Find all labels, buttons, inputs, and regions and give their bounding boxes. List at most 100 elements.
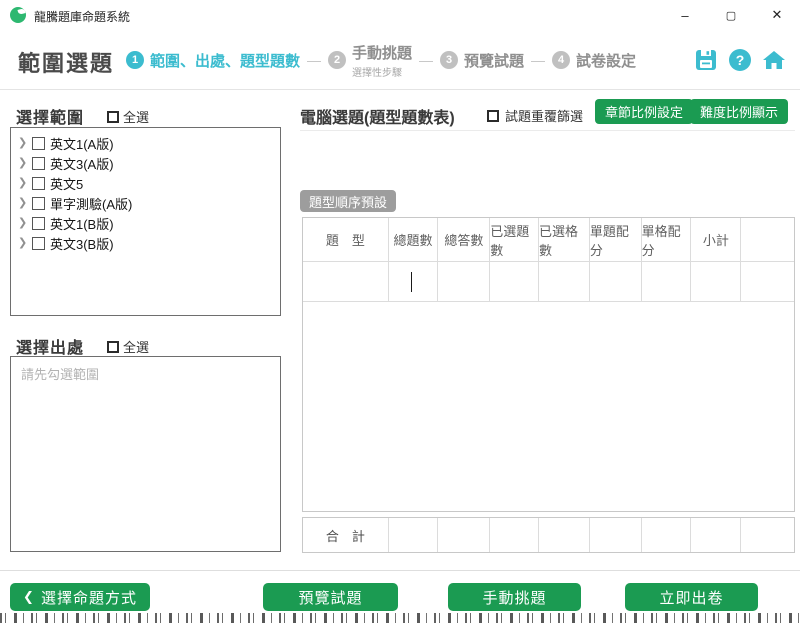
tree-item-checkbox[interactable] bbox=[32, 157, 45, 170]
step-4-badge: 4 bbox=[552, 51, 570, 69]
tree-item[interactable]: ❯英文1(A版) bbox=[11, 133, 280, 153]
step-separator: — bbox=[307, 52, 321, 68]
tree-item-label: 英文3(B版) bbox=[50, 234, 114, 253]
minimize-button[interactable]: – bbox=[662, 0, 708, 30]
type-order-preset-button[interactable]: 題型順序預設 bbox=[300, 190, 396, 212]
back-to-method-button[interactable]: ❮ 選擇命題方式 bbox=[10, 583, 150, 611]
difficulty-ratio-button[interactable]: 難度比例顯示 bbox=[690, 99, 788, 124]
range-select-all-checkbox[interactable] bbox=[107, 111, 119, 123]
tree-item-label: 單字測驗(A版) bbox=[50, 194, 132, 213]
tree-item-checkbox[interactable] bbox=[32, 137, 45, 150]
save-icon[interactable] bbox=[694, 48, 718, 72]
maximize-button[interactable]: ▢ bbox=[708, 0, 754, 30]
tree-item-label: 英文1(B版) bbox=[50, 214, 114, 233]
table-data-row[interactable] bbox=[303, 262, 794, 302]
source-placeholder: 請先勾選範圍 bbox=[11, 357, 280, 390]
chapter-ratio-button[interactable]: 章節比例設定 bbox=[595, 99, 693, 124]
step-separator: — bbox=[531, 52, 545, 68]
table-total-cell bbox=[438, 518, 490, 552]
step-3[interactable]: 3 預覽試題 bbox=[440, 50, 524, 71]
duplicate-filter[interactable]: 試題重覆篩選 bbox=[487, 106, 583, 125]
app-logo-icon bbox=[10, 7, 26, 23]
table-total-row: 合 計 bbox=[303, 518, 794, 552]
tree-item-label: 英文5 bbox=[50, 174, 83, 193]
right-panel-divider bbox=[300, 130, 795, 131]
home-icon[interactable] bbox=[762, 48, 786, 72]
svg-text:?: ? bbox=[736, 52, 745, 68]
table-data-cell[interactable] bbox=[691, 262, 741, 302]
range-section-title: 選擇範圍 bbox=[16, 104, 84, 128]
range-tree[interactable]: ❯英文1(A版)❯英文3(A版)❯英文5❯單字測驗(A版)❯英文1(B版)❯英文… bbox=[10, 127, 281, 316]
preview-questions-button[interactable]: 預覽試題 bbox=[263, 583, 398, 611]
question-type-table: 題 型總題數總答數已選題數已選格數單題配分單格配分小計 bbox=[302, 217, 795, 512]
source-select-all-label: 全選 bbox=[123, 337, 149, 356]
tree-item[interactable]: ❯ 英文3(B版) bbox=[11, 233, 280, 253]
step-separator: — bbox=[419, 52, 433, 68]
table-data-cell[interactable] bbox=[303, 262, 389, 302]
wizard-steps: 1 範圍、出處、題型題數 — 2 手動挑題 選擇性步驟 — 3 預覽試題 — 4… bbox=[126, 30, 636, 90]
chevron-right-icon[interactable]: ❯ bbox=[18, 238, 27, 249]
tree-item[interactable]: ❯ 單字測驗(A版) bbox=[11, 193, 280, 213]
table-total-cell bbox=[490, 518, 539, 552]
text-caret bbox=[411, 272, 413, 292]
step-4[interactable]: 4 試卷設定 bbox=[552, 50, 636, 71]
table-header-cell: 單題配分 bbox=[590, 218, 642, 262]
step-2-badge: 2 bbox=[328, 51, 346, 69]
step-1[interactable]: 1 範圍、出處、題型題數 bbox=[126, 50, 300, 71]
table-data-cell[interactable] bbox=[741, 262, 794, 302]
table-header-cell: 總答數 bbox=[438, 218, 490, 262]
page-header: 範圍選題 1 範圍、出處、題型題數 — 2 手動挑題 選擇性步驟 — 3 預覽試… bbox=[0, 30, 800, 90]
table-total-cell bbox=[691, 518, 741, 552]
table-data-cell[interactable] bbox=[590, 262, 642, 302]
duplicate-filter-checkbox[interactable] bbox=[487, 110, 499, 122]
range-select-all[interactable]: 全選 bbox=[107, 107, 149, 126]
table-total-cell bbox=[741, 518, 794, 552]
step-2[interactable]: 2 手動挑題 選擇性步驟 bbox=[328, 42, 412, 79]
step-2-subtitle: 選擇性步驟 bbox=[352, 64, 402, 79]
total-row-table: 合 計 bbox=[302, 517, 795, 553]
tree-item-checkbox[interactable] bbox=[32, 177, 45, 190]
source-select-all[interactable]: 全選 bbox=[107, 337, 149, 356]
chevron-right-icon[interactable]: ❯ bbox=[18, 218, 27, 229]
table-header-cell: 已選格數 bbox=[539, 218, 590, 262]
computer-selection-title: 電腦選題(題型題數表) bbox=[300, 104, 455, 128]
tree-item[interactable]: ❯ 英文1(B版) bbox=[11, 213, 280, 233]
table-data-cell[interactable] bbox=[490, 262, 539, 302]
table-header-cell bbox=[741, 218, 794, 262]
help-icon[interactable]: ? bbox=[728, 48, 752, 72]
step-1-label: 範圍、出處、題型題數 bbox=[150, 50, 300, 71]
chevron-right-icon[interactable]: ❯ bbox=[18, 198, 27, 209]
step-2-label: 手動挑題 bbox=[352, 42, 412, 63]
tree-item-checkbox[interactable] bbox=[32, 217, 45, 230]
tree-item[interactable]: ❯ 英文5 bbox=[11, 173, 280, 193]
table-data-cell[interactable] bbox=[438, 262, 490, 302]
window-controls: – ▢ ✕ bbox=[662, 0, 800, 30]
table-header-cell: 單格配分 bbox=[642, 218, 692, 262]
source-select-all-checkbox[interactable] bbox=[107, 341, 119, 353]
close-button[interactable]: ✕ bbox=[754, 0, 800, 30]
table-data-cell[interactable] bbox=[389, 262, 439, 302]
step-4-label: 試卷設定 bbox=[576, 50, 636, 71]
chevron-right-icon[interactable]: ❯ bbox=[18, 178, 27, 189]
table-data-cell[interactable] bbox=[642, 262, 692, 302]
table-header-row: 題 型總題數總答數已選題數已選格數單題配分單格配分小計 bbox=[303, 218, 794, 262]
table-total-cell: 合 計 bbox=[303, 518, 389, 552]
app-window: 龍騰題庫命題系統 – ▢ ✕ 範圍選題 1 範圍、出處、題型題數 — 2 手動挑… bbox=[0, 0, 800, 623]
tree-item-checkbox[interactable] bbox=[32, 197, 45, 210]
title-bar: 龍騰題庫命題系統 – ▢ ✕ bbox=[0, 0, 800, 30]
tree-item-checkbox[interactable] bbox=[32, 237, 45, 250]
bottom-action-bar: ❮ 選擇命題方式 預覽試題 手動挑題 立即出卷 bbox=[0, 570, 800, 613]
chevron-right-icon[interactable]: ❯ bbox=[18, 138, 27, 149]
source-section-title: 選擇出處 bbox=[16, 334, 84, 358]
table-header-cell: 已選題數 bbox=[490, 218, 539, 262]
manual-pick-button[interactable]: 手動挑題 bbox=[448, 583, 581, 611]
window-title: 龍騰題庫命題系統 bbox=[34, 8, 130, 25]
table-total-cell bbox=[389, 518, 439, 552]
page-title: 範圍選題 bbox=[18, 46, 114, 78]
table-data-cell[interactable] bbox=[539, 262, 590, 302]
chevron-right-icon[interactable]: ❯ bbox=[18, 158, 27, 169]
table-total-cell bbox=[590, 518, 642, 552]
source-list[interactable]: 請先勾選範圍 bbox=[10, 356, 281, 552]
tree-item[interactable]: ❯英文3(A版) bbox=[11, 153, 280, 173]
generate-exam-button[interactable]: 立即出卷 bbox=[625, 583, 758, 611]
